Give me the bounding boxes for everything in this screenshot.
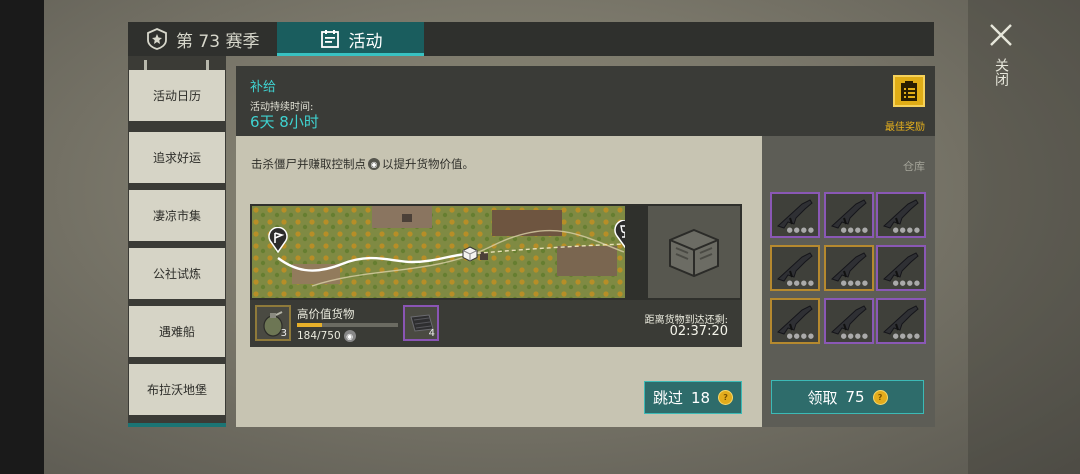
menu-item-shipwreck[interactable]: 遇难船 [129, 306, 225, 357]
event-header: 补给 活动持续时间: 6天 8小时 最佳奖励 [236, 66, 935, 136]
menu-handle-right [206, 60, 209, 70]
menu-item-bravo-bunker[interactable]: 布拉沃地堡 [129, 364, 225, 415]
rarity-dots: ●●●● [840, 332, 869, 340]
warehouse-panel: 仓库 领取 75 ? ●●●● ●●●● ●●●● ●●●● ●●●● ●●●● ●●●● ●… [762, 136, 935, 427]
warehouse-weapon-slot[interactable]: ●●●● [876, 245, 926, 291]
case-item-slot[interactable]: 4 [403, 305, 439, 341]
description-text-2: 以提升货物价值。 [382, 157, 474, 171]
background-edge [968, 0, 1080, 474]
cargo-crate-preview [648, 206, 740, 298]
rarity-dots: ●●●● [892, 332, 921, 340]
supply-panel: 击杀僵尸并赚取控制点 ◉ 以提升货物价值。 3 高价值货物 184/750 ◉ … [236, 136, 762, 427]
start-flag-marker-icon [268, 227, 288, 253]
skip-button[interactable]: 跳过 18 ? [644, 381, 742, 414]
control-point-icon: ◉ [368, 158, 380, 170]
control-point-small-icon: ◉ [343, 330, 356, 342]
cargo-info-row: 3 高价值货物 184/750 ◉ 4 距离货物到达还剩: 02:37:20 [250, 300, 742, 347]
event-description: 击杀僵尸并赚取控制点 ◉ 以提升货物价值。 [251, 156, 474, 172]
eta-time: 02:37:20 [669, 324, 728, 339]
rarity-dots: ●●●● [786, 279, 815, 287]
duration-value: 6天 8小时 [250, 113, 319, 131]
event-title: 补给 [250, 80, 277, 95]
warehouse-weapon-slot[interactable]: ●●●● [770, 245, 820, 291]
warehouse-weapon-slot[interactable]: ●●●● [824, 192, 874, 238]
event-menu: 活动日历 追求好运 凄凉市集 公社试炼 遇难船 布拉沃地堡 [128, 56, 226, 427]
route-map [252, 206, 625, 298]
crate-icon [669, 228, 719, 278]
claim-button[interactable]: 领取 75 ? [771, 380, 924, 414]
cargo-position-icon [462, 246, 478, 262]
best-reward-button[interactable] [893, 75, 925, 107]
warehouse-label: 仓库 [903, 160, 925, 173]
menu-scroll-indicator [128, 423, 226, 427]
top-tab-bar: 第 73 赛季 活动 [128, 22, 934, 56]
cargo-value-fill [297, 323, 322, 327]
warehouse-weapon-slot[interactable]: ●●●● [824, 298, 874, 344]
rarity-dots: ●●●● [892, 279, 921, 287]
warehouse-weapon-slot[interactable]: ●●●● [876, 298, 926, 344]
tab-activity-label: 活动 [348, 31, 383, 52]
rarity-dots: ●●●● [840, 279, 869, 287]
menu-item-event-calendar[interactable]: 活动日历 [129, 70, 225, 121]
warehouse-weapon-slot[interactable]: ●●●● [770, 298, 820, 344]
close-label[interactable]: 关闭 [991, 58, 1011, 86]
cargo-value-bar [297, 323, 398, 327]
menu-handle-left [144, 60, 147, 70]
cargo-name: 高价值货物 [297, 307, 355, 321]
menu-item-commune-trial[interactable]: 公社试炼 [129, 248, 225, 299]
skip-cost: 18 [690, 388, 711, 407]
rarity-dots: ●●●● [892, 226, 921, 234]
best-reward-label: 最佳奖励 [885, 122, 925, 133]
cargo-route-frame: 3 高价值货物 184/750 ◉ 4 距离货物到达还剩: 02:37:20 [250, 204, 742, 347]
close-icon[interactable] [988, 22, 1014, 48]
tab-season-label: 第 73 赛季 [176, 31, 260, 52]
tab-season[interactable]: 第 73 赛季 [146, 22, 259, 56]
skip-label: 跳过 [652, 389, 683, 407]
rarity-dots: ●●●● [786, 226, 815, 234]
grenade-item-slot[interactable]: 3 [255, 305, 291, 341]
menu-item-desolate-market[interactable]: 凄凉市集 [129, 190, 225, 241]
menu-item-pursue-luck[interactable]: 追求好运 [129, 132, 225, 183]
tab-activity[interactable]: 活动 [277, 22, 424, 56]
gold-coin-icon: ? [718, 390, 734, 405]
gold-coin-icon: ? [872, 389, 888, 405]
destination-marker-icon [614, 220, 625, 248]
warehouse-weapon-slot[interactable]: ●●●● [876, 192, 926, 238]
claim-label: 领取 [807, 388, 838, 407]
map-terrain [252, 206, 625, 298]
case-count: 4 [428, 328, 435, 339]
grenade-count: 3 [280, 328, 287, 339]
warehouse-weapon-slot[interactable]: ●●●● [770, 192, 820, 238]
description-text-1: 击杀僵尸并赚取控制点 [251, 157, 366, 171]
rarity-dots: ●●●● [840, 226, 869, 234]
claim-cost: 75 [845, 388, 865, 406]
cargo-progress: 184/750 ◉ [297, 330, 356, 342]
season-badge-icon [147, 28, 167, 50]
rarity-dots: ●●●● [786, 332, 815, 340]
cargo-progress-text: 184/750 [297, 330, 341, 342]
warehouse-weapon-slot[interactable]: ●●●● [824, 245, 874, 291]
clipboard-icon [901, 81, 917, 101]
calendar-icon [320, 30, 339, 48]
